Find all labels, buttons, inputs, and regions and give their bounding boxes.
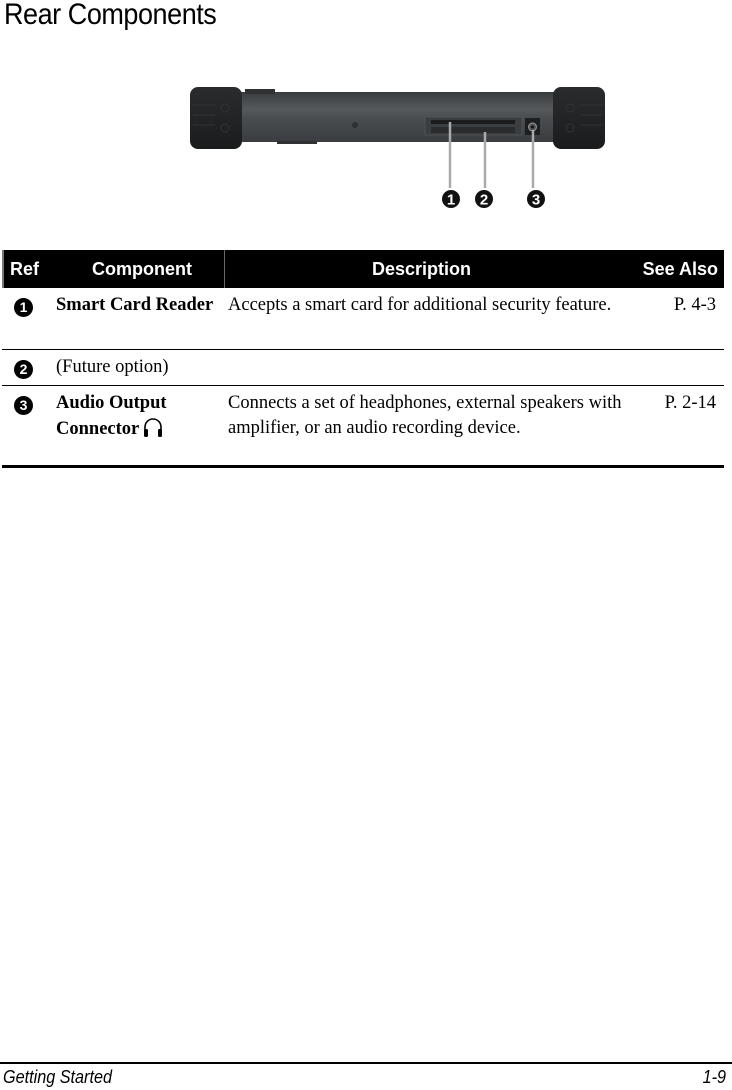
- table-row: 1 Smart Card Reader Accepts a smart card…: [2, 288, 724, 350]
- headphones-icon: [142, 416, 164, 446]
- ref-badge: 3: [14, 395, 33, 415]
- smart-card-slot: [424, 116, 523, 136]
- header-ref: Ref: [10, 258, 40, 279]
- device-body: [230, 89, 565, 144]
- component-name: (Future option): [56, 357, 169, 377]
- component-description: Accepts a smart card for additional secu…: [228, 295, 612, 315]
- see-also-link[interactable]: P. 2-14: [628, 386, 724, 465]
- device-rear-illustration: 1 2 3: [185, 80, 610, 215]
- callout-1: 1: [442, 190, 460, 209]
- callout-2-label: 2: [480, 192, 488, 209]
- see-also-link[interactable]: P. 4-3: [628, 288, 724, 349]
- footer-page-number: 1-9: [702, 1067, 726, 1087]
- right-bumper: [553, 87, 605, 149]
- callout-3-label: 3: [532, 192, 540, 209]
- table-row: 3 Audio Output Connector Connects a set …: [2, 386, 724, 468]
- header-see-also: See Also: [642, 258, 718, 279]
- left-bumper: [190, 87, 242, 149]
- component-name: Smart Card Reader: [56, 295, 214, 315]
- see-also-link: [628, 350, 724, 385]
- header-description: Description: [224, 250, 618, 288]
- table-header: Ref Component Description See Also: [2, 250, 724, 288]
- page-title: Rear Components: [4, 0, 217, 31]
- footer-divider: [0, 1062, 732, 1064]
- callout-2: 2: [475, 190, 493, 209]
- components-table: Ref Component Description See Also 1 Sma…: [2, 250, 724, 468]
- footer-section: Getting Started: [3, 1067, 112, 1087]
- callout-1-label: 1: [447, 192, 455, 209]
- table-row: 2 (Future option): [2, 350, 724, 386]
- component-description: [228, 350, 628, 385]
- component-description: Connects a set of headphones, external s…: [228, 393, 622, 438]
- callout-3: 3: [527, 190, 545, 209]
- ref-badge: 1: [14, 297, 33, 317]
- header-component: Component: [92, 258, 192, 279]
- ref-badge: 2: [14, 359, 33, 379]
